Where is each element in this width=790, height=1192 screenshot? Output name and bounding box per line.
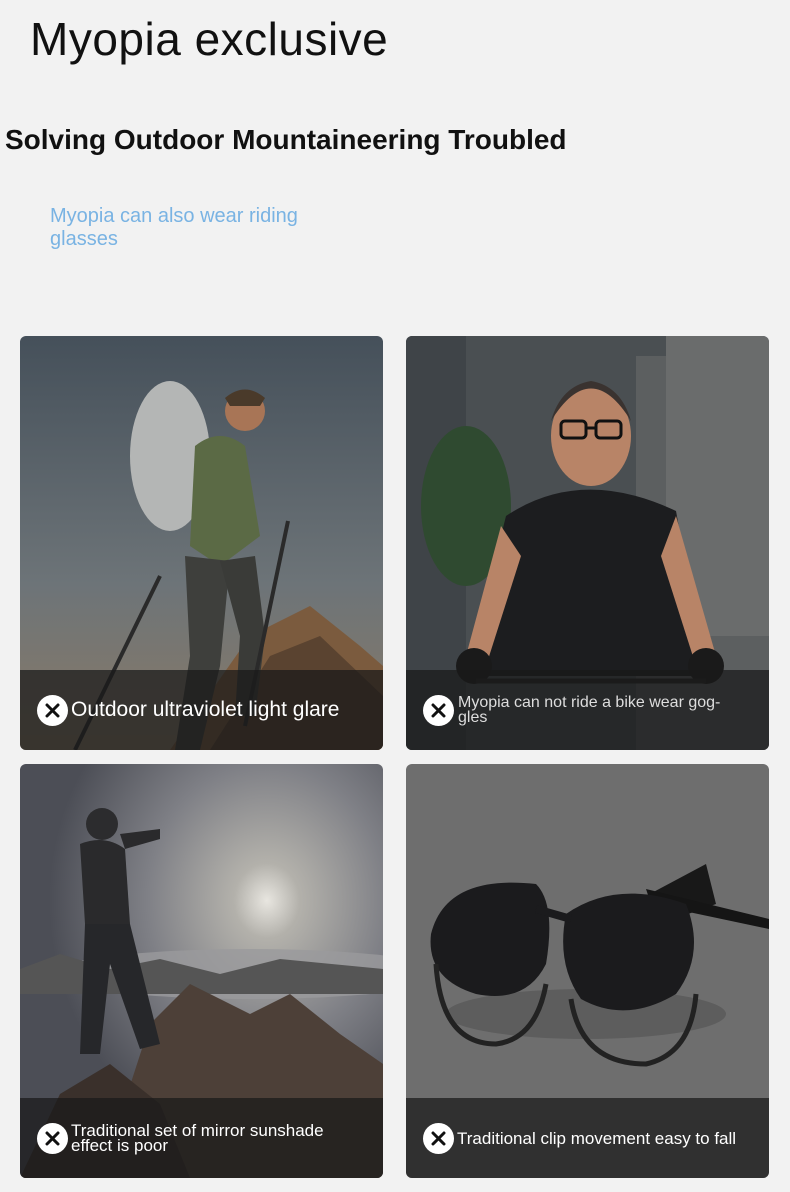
- caption-bar: Traditional set of mirror sunshade effec…: [20, 1098, 383, 1178]
- page-title: Myopia exclusive: [30, 13, 389, 65]
- card-caption: Outdoor ultraviolet light glare: [71, 698, 340, 721]
- card-bike-goggles: Myopia can not ride a bike wear gog- gle…: [406, 336, 769, 750]
- caption-bar: Outdoor ultraviolet light glare: [20, 670, 383, 750]
- card-mirror-sunshade: Traditional set of mirror sunshade effec…: [20, 764, 383, 1178]
- card-caption: Myopia can not ride a bike wear gog- gle…: [458, 694, 721, 726]
- caption-bar: Myopia can not ride a bike wear gog- gle…: [406, 670, 769, 750]
- card-uv-glare: Outdoor ultraviolet light glare: [20, 336, 383, 750]
- card-clip-movement: Traditional clip movement easy to fall: [406, 764, 769, 1178]
- close-icon: [37, 694, 68, 726]
- close-icon: [423, 694, 454, 726]
- card-caption: Traditional set of mirror sunshade effec…: [71, 1121, 324, 1155]
- page-subtitle: Solving Outdoor Mountaineering Troubled: [5, 124, 567, 155]
- myopia-note: Myopia can also wear riding glasses: [50, 205, 298, 250]
- card-caption: Traditional clip movement easy to fall: [457, 1128, 737, 1148]
- close-icon: [37, 1122, 68, 1154]
- close-icon: [423, 1122, 454, 1154]
- caption-bar: Traditional clip movement easy to fall: [406, 1098, 769, 1178]
